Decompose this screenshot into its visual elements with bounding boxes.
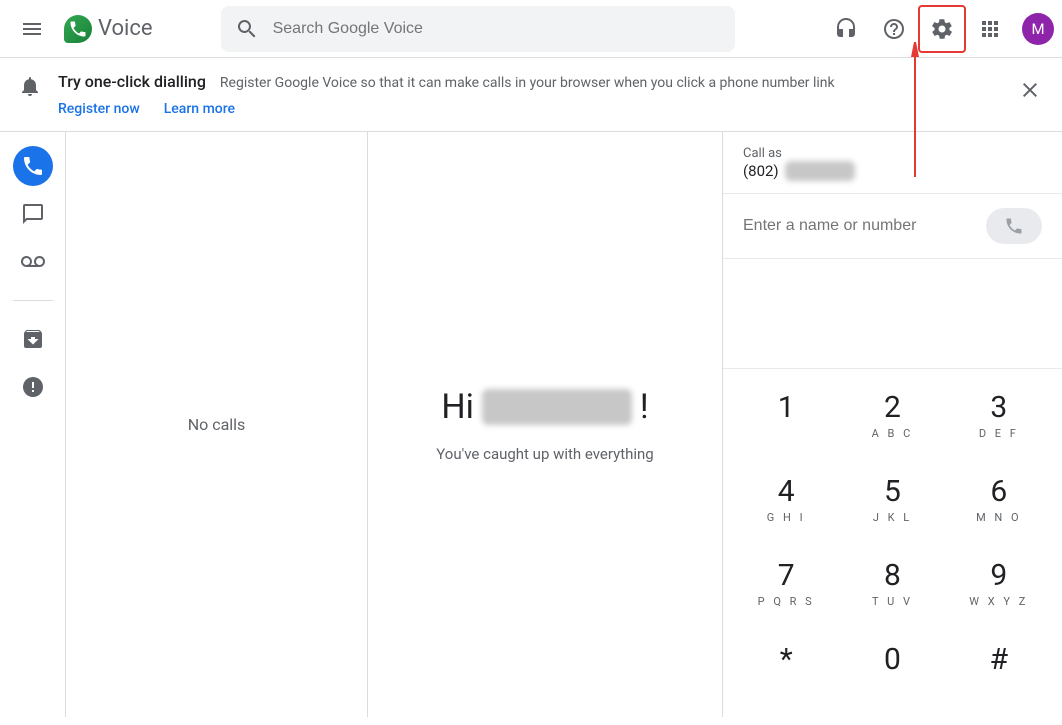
one-click-dialling-banner: Try one-click dialling Register Google V…: [0, 58, 1062, 132]
key-letters: G H I: [767, 511, 806, 525]
key-3[interactable]: 3 D E F: [946, 375, 1052, 459]
rail-divider: [13, 300, 53, 301]
key-digit: 9: [990, 561, 1007, 591]
phone-icon: [1004, 216, 1024, 236]
key-letters: T U V: [872, 595, 913, 609]
headset-icon: [834, 17, 858, 41]
key-star[interactable]: *: [733, 627, 839, 711]
account-avatar[interactable]: M: [1022, 13, 1054, 45]
nav-messages[interactable]: [13, 194, 53, 234]
apps-button[interactable]: [966, 5, 1014, 53]
key-digit: 7: [778, 561, 795, 591]
redacted-name: [482, 389, 632, 425]
dialer-panel: Call as (802) 1 2 A B C 3 D E F 4 G H I 5 J K L 6…: [722, 132, 1062, 717]
call-as-section[interactable]: Call as (802): [723, 132, 1062, 194]
left-nav-rail: [0, 132, 66, 717]
key-hash[interactable]: #: [946, 627, 1052, 711]
nav-spam[interactable]: [13, 367, 53, 407]
gear-icon: [930, 17, 954, 41]
phone-icon: [21, 154, 45, 178]
key-letters: D E F: [979, 427, 1019, 441]
redacted-phone-rest: [785, 161, 855, 181]
key-6[interactable]: 6 M N O: [946, 459, 1052, 543]
key-8[interactable]: 8 T U V: [839, 543, 945, 627]
learn-more-link[interactable]: Learn more: [164, 101, 235, 117]
key-digit: 5: [884, 477, 901, 507]
headset-button[interactable]: [822, 5, 870, 53]
phone-icon: [68, 19, 88, 39]
key-2[interactable]: 2 A B C: [839, 375, 945, 459]
key-1[interactable]: 1: [733, 375, 839, 459]
greeting-suffix: !: [640, 387, 649, 427]
close-icon: [1018, 78, 1042, 102]
main-content: No calls Hi ! You've caught up with ever…: [0, 132, 1062, 717]
apps-grid-icon: [978, 17, 1002, 41]
key-7[interactable]: 7 P Q R S: [733, 543, 839, 627]
key-digit: 3: [990, 393, 1007, 423]
search-icon: [235, 17, 259, 41]
key-digit: 8: [884, 561, 901, 591]
key-digit: 1: [778, 393, 795, 423]
key-digit: 4: [778, 477, 795, 507]
avatar-initial: M: [1031, 20, 1044, 38]
nav-archive[interactable]: [13, 319, 53, 359]
voice-logo-icon: [64, 15, 92, 43]
bell-icon: [16, 72, 44, 98]
key-5[interactable]: 5 J K L: [839, 459, 945, 543]
settings-button[interactable]: [918, 5, 966, 53]
key-letters: A B C: [872, 427, 914, 441]
search-input[interactable]: [273, 20, 721, 38]
nav-voicemail[interactable]: [13, 242, 53, 282]
inbox-empty-pane: Hi ! You've caught up with everything: [368, 132, 722, 717]
dial-input[interactable]: [743, 217, 976, 235]
register-now-link[interactable]: Register now: [58, 101, 140, 117]
help-icon: [882, 17, 906, 41]
key-letters: P Q R S: [758, 595, 815, 609]
voicemail-icon: [21, 250, 45, 274]
dismiss-banner-button[interactable]: [1012, 72, 1048, 108]
banner-description: Register Google Voice so that it can mak…: [220, 75, 835, 91]
key-digit: 0: [884, 645, 901, 675]
app-header: Voice M: [0, 0, 1062, 58]
key-digit: #: [990, 645, 1008, 675]
key-9[interactable]: 9 W X Y Z: [946, 543, 1052, 627]
key-digit: *: [780, 645, 793, 675]
inbox-empty-subtext: You've caught up with everything: [436, 445, 653, 463]
key-letters: W X Y Z: [969, 595, 1028, 609]
message-icon: [21, 202, 45, 226]
greeting-prefix: Hi: [441, 387, 474, 427]
no-calls-text: No calls: [188, 415, 246, 434]
help-button[interactable]: [870, 5, 918, 53]
nav-calls[interactable]: [13, 146, 53, 186]
banner-title: Try one-click dialling: [58, 72, 206, 91]
call-list-column: No calls: [66, 132, 368, 717]
key-digit: 2: [884, 393, 901, 423]
key-4[interactable]: 4 G H I: [733, 459, 839, 543]
main-menu-button[interactable]: [8, 5, 56, 53]
header-icon-group: M: [822, 5, 1054, 53]
product-name: Voice: [98, 16, 153, 41]
product-logo[interactable]: Voice: [64, 15, 153, 43]
make-call-button[interactable]: [986, 208, 1042, 244]
spam-icon: [21, 375, 45, 399]
call-as-number-prefix: (802): [743, 162, 779, 180]
key-digit: 6: [990, 477, 1007, 507]
dial-keypad: 1 2 A B C 3 D E F 4 G H I 5 J K L 6 M N O 7 P Q R S 8…: [723, 368, 1062, 717]
key-letters: M N O: [976, 511, 1021, 525]
dial-input-row: [723, 194, 1062, 259]
hamburger-icon: [20, 17, 44, 41]
call-as-label: Call as: [743, 146, 1042, 161]
archive-icon: [21, 327, 45, 351]
search-bar[interactable]: [221, 6, 735, 52]
key-letters: J K L: [873, 511, 912, 525]
key-0[interactable]: 0: [839, 627, 945, 711]
